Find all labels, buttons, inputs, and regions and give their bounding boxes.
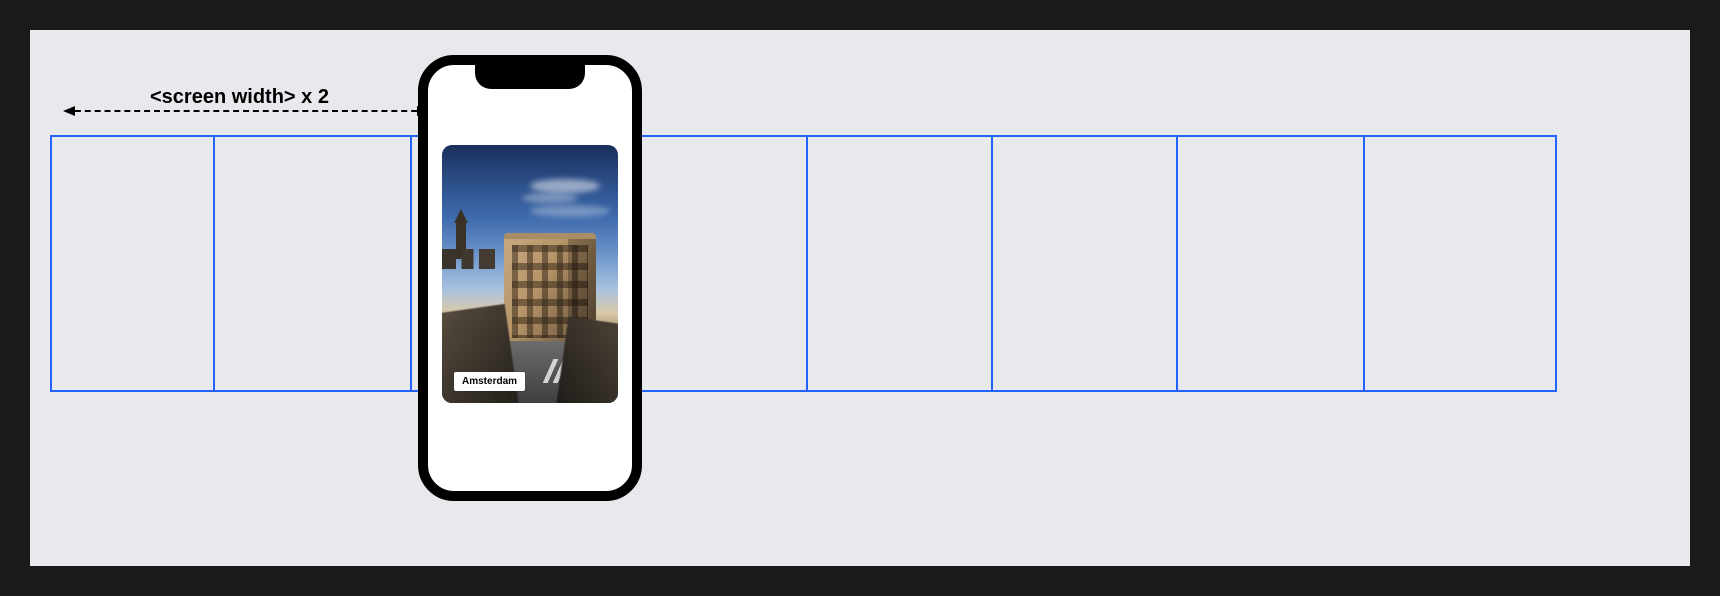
cloud-shape [530, 179, 600, 193]
dimension-label: <screen width> x 2 [150, 86, 329, 109]
phone-mockup: Amsterdam [418, 55, 642, 501]
card-label: Amsterdam [454, 372, 525, 391]
phone-notch [475, 65, 585, 89]
carousel-cell[interactable] [1363, 135, 1557, 392]
cloud-shape [522, 193, 578, 203]
diagram-canvas: <screen width> x 2 Amsterdam [30, 30, 1690, 566]
carousel-cells-row [50, 135, 1720, 392]
dimension-arrow [65, 110, 427, 112]
photo-card[interactable]: Amsterdam [442, 145, 618, 403]
cloud-shape [530, 205, 610, 217]
carousel-cell[interactable] [1176, 135, 1365, 392]
carousel-cell[interactable] [50, 135, 215, 392]
card-illustration [442, 145, 618, 403]
carousel-cell[interactable] [213, 135, 412, 392]
carousel-cell[interactable] [806, 135, 993, 392]
carousel-cell[interactable] [613, 135, 808, 392]
carousel-cell[interactable] [991, 135, 1178, 392]
